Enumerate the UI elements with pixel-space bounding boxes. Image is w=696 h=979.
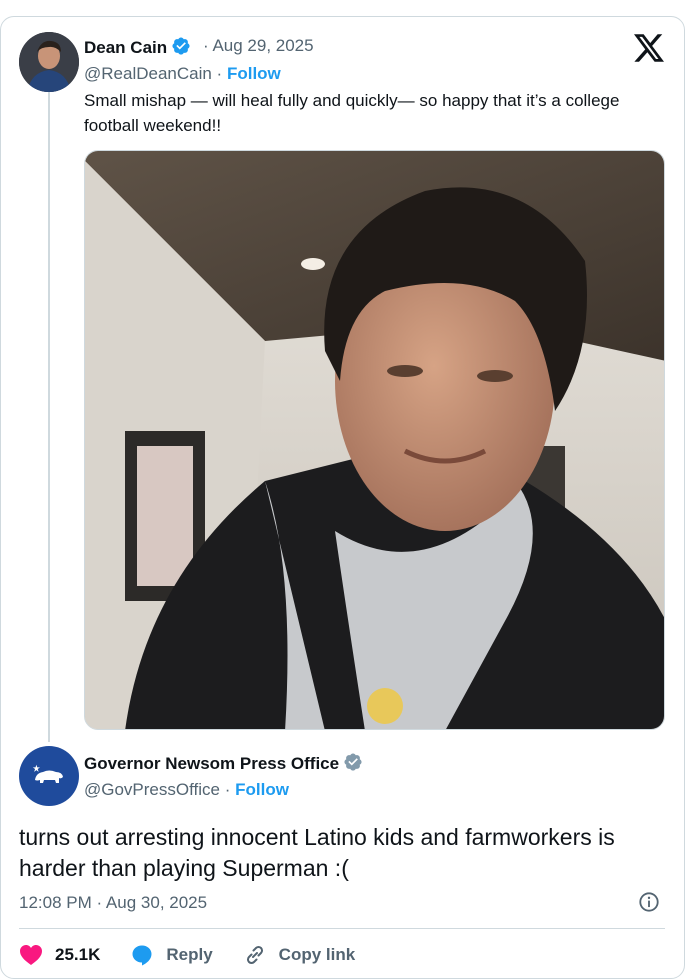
tweet-text: Small mishap — will heal fully and quick… (84, 91, 620, 135)
info-icon[interactable] (638, 891, 660, 913)
california-bear-icon (32, 764, 63, 783)
author-name[interactable]: Dean Cain (84, 36, 191, 58)
author-name-2[interactable]: Governor Newsom Press Office (84, 752, 363, 774)
tweet-photo[interactable] (84, 150, 665, 730)
selfie-photo-icon (85, 151, 664, 729)
tweet-text-2: turns out arresting innocent Latino kids… (19, 824, 615, 881)
author-handle[interactable]: @RealDeanCain · Follow (84, 64, 281, 84)
gray-verified-badge-icon (344, 753, 362, 771)
verified-badge-icon (172, 37, 190, 55)
reply-bubble-icon (132, 945, 152, 966)
profile-photo-icon (19, 32, 79, 92)
reply-button[interactable]: Reply (130, 943, 213, 967)
tweet-timestamp[interactable]: 12:08 PM · Aug 30, 2025 (19, 893, 207, 913)
avatar-gov-press-office[interactable] (19, 746, 79, 806)
link-icon (246, 945, 263, 965)
like-count: 25.1K (55, 945, 101, 964)
like-button[interactable]: 25.1K (19, 944, 100, 966)
follow-button-2[interactable]: Follow (235, 780, 289, 799)
copy-link-label: Copy link (278, 945, 356, 964)
reply-label: Reply (166, 945, 213, 964)
heart-icon (20, 945, 42, 965)
copy-link-button[interactable]: Copy link (243, 943, 356, 967)
thread-connector-line (48, 92, 50, 742)
x-logo-icon[interactable] (634, 34, 664, 62)
follow-button[interactable]: Follow (227, 64, 281, 83)
tweet-date[interactable]: · Aug 29, 2025 (203, 36, 314, 56)
divider (19, 928, 665, 929)
avatar-dean-cain[interactable] (19, 32, 79, 92)
author-handle-2[interactable]: @GovPressOffice · Follow (84, 780, 289, 800)
action-bar: 25.1K Reply Copy link (19, 940, 385, 970)
